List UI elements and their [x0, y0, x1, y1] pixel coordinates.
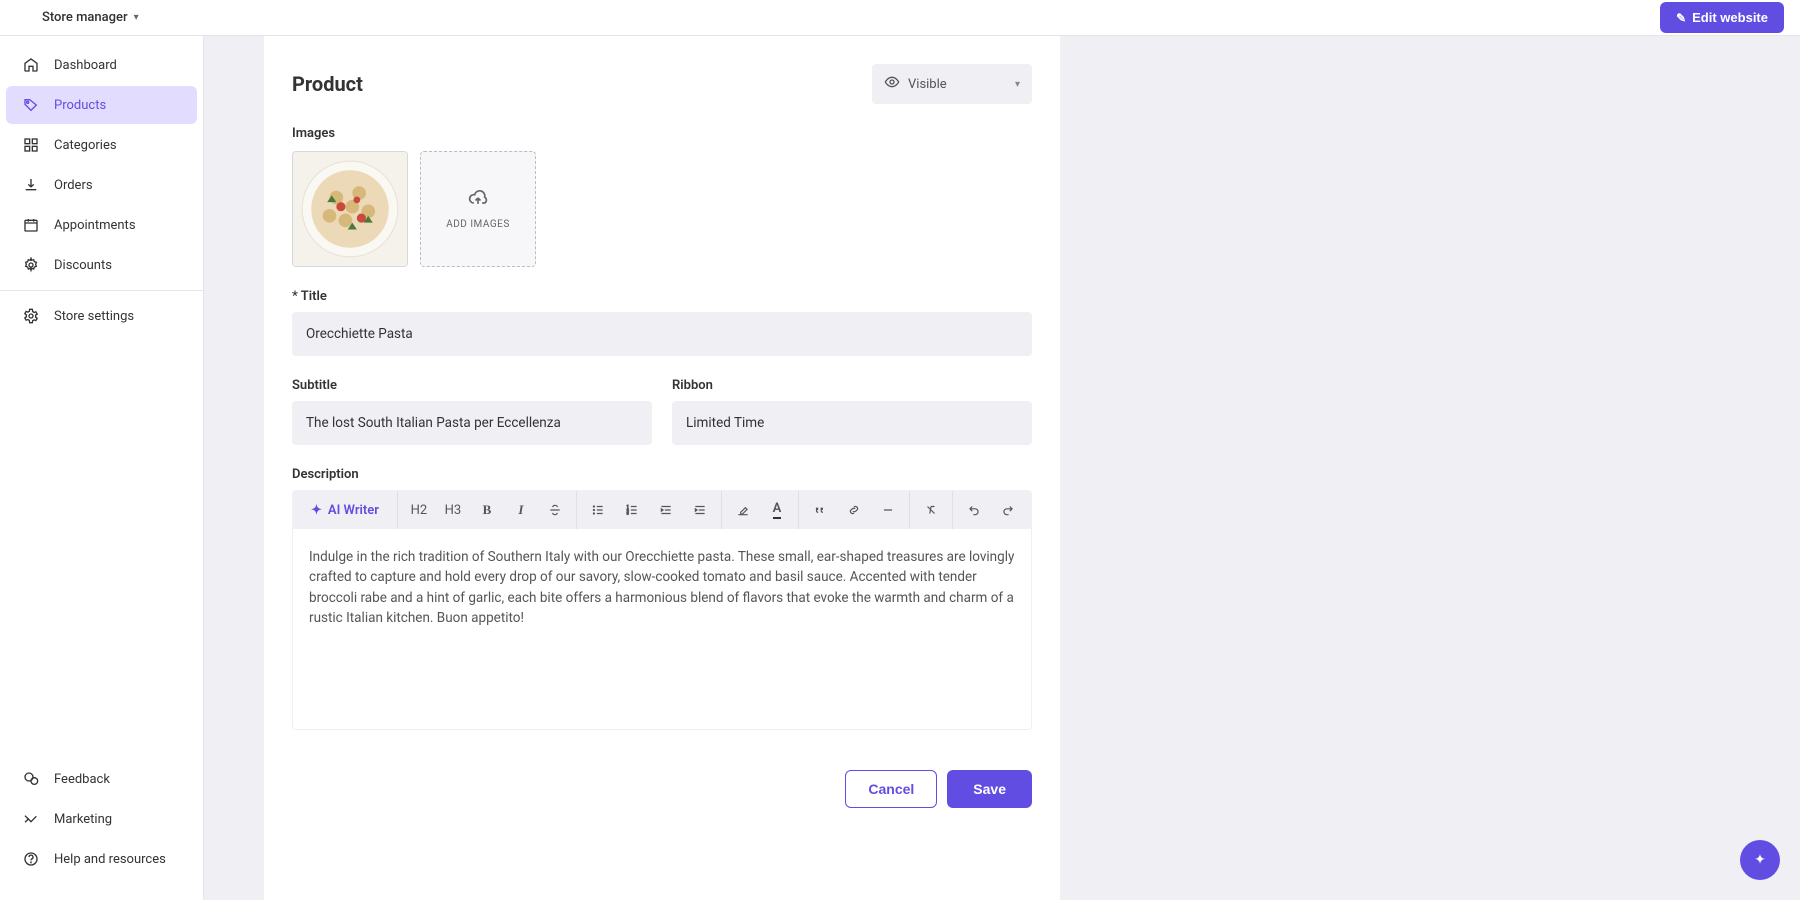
store-manager-dropdown[interactable]: Store manager ▾	[42, 10, 139, 25]
trend-icon	[22, 810, 40, 828]
visibility-select[interactable]: Visible ▾	[872, 64, 1032, 104]
cancel-button[interactable]: Cancel	[845, 770, 937, 808]
horizontal-rule-button[interactable]	[871, 493, 905, 527]
editor-toolbar: ✦ AI Writer H2 H3 B I	[293, 491, 1031, 529]
title-label: * Title	[292, 289, 1032, 304]
sidebar-item-marketing[interactable]: Marketing	[6, 800, 197, 838]
footer-actions: Cancel Save	[264, 756, 1060, 808]
highlight-button[interactable]	[726, 493, 760, 527]
edit-website-button[interactable]: ✎ Edit website	[1660, 2, 1784, 33]
sidebar-item-label: Appointments	[54, 218, 136, 233]
calendar-icon	[22, 216, 40, 234]
ai-writer-button[interactable]: ✦ AI Writer	[297, 503, 393, 518]
chevron-down-icon: ▾	[1015, 79, 1020, 90]
redo-button[interactable]	[991, 493, 1025, 527]
clear-format-button[interactable]	[914, 493, 948, 527]
grid-icon	[22, 136, 40, 154]
title-input[interactable]	[292, 312, 1032, 356]
sparkle-icon: ✦	[1754, 852, 1766, 868]
assistant-fab[interactable]: ✦	[1740, 840, 1780, 880]
bullet-list-button[interactable]	[581, 493, 615, 527]
ai-writer-label: AI Writer	[328, 503, 379, 518]
sparkle-icon: ✦	[311, 503, 322, 518]
indent-button[interactable]	[683, 493, 717, 527]
edit-website-label: Edit website	[1692, 10, 1768, 25]
sidebar-item-label: Marketing	[54, 812, 112, 827]
sidebar-item-categories[interactable]: Categories	[6, 126, 197, 164]
h2-button[interactable]: H2	[402, 493, 436, 527]
h3-button[interactable]: H3	[436, 493, 470, 527]
pencil-icon: ✎	[1676, 11, 1686, 25]
sidebar-item-orders[interactable]: Orders	[6, 166, 197, 204]
bold-button[interactable]: B	[470, 493, 504, 527]
add-images-button[interactable]: ADD IMAGES	[420, 151, 536, 267]
topbar-title: Store manager	[42, 10, 128, 25]
tag-icon	[22, 96, 40, 114]
sidebar-item-label: Help and resources	[54, 852, 166, 867]
page-title: Product	[292, 72, 363, 96]
help-icon	[22, 850, 40, 868]
text-color-button[interactable]: A	[760, 493, 794, 527]
content-area: Product Visible ▾ Images	[204, 36, 1800, 900]
sidebar-item-products[interactable]: Products	[6, 86, 197, 124]
undo-button[interactable]	[957, 493, 991, 527]
numbered-list-button[interactable]: 123	[615, 493, 649, 527]
description-label: Description	[292, 467, 1032, 482]
sidebar-item-help[interactable]: Help and resources	[6, 840, 197, 878]
chat-icon	[22, 770, 40, 788]
sidebar-divider	[0, 290, 203, 291]
outdent-button[interactable]	[649, 493, 683, 527]
sidebar-item-label: Orders	[54, 178, 93, 193]
chevron-down-icon: ▾	[134, 12, 139, 23]
visibility-label: Visible	[908, 77, 947, 92]
eye-icon	[884, 74, 900, 94]
download-icon	[22, 176, 40, 194]
sidebar-item-store-settings[interactable]: Store settings	[6, 297, 197, 335]
sidebar-item-label: Store settings	[54, 309, 134, 324]
home-icon	[22, 56, 40, 74]
gear-icon	[22, 307, 40, 325]
quote-button[interactable]	[803, 493, 837, 527]
images-label: Images	[292, 126, 1032, 141]
italic-button[interactable]: I	[504, 493, 538, 527]
sidebar-item-label: Categories	[54, 138, 117, 153]
sidebar-item-discounts[interactable]: Discounts	[6, 246, 197, 284]
cloud-upload-icon	[468, 188, 488, 213]
add-images-label: ADD IMAGES	[446, 219, 510, 230]
gear-icon	[22, 256, 40, 274]
strikethrough-button[interactable]	[538, 493, 572, 527]
sidebar-item-dashboard[interactable]: Dashboard	[6, 46, 197, 84]
description-textarea[interactable]: Indulge in the rich tradition of Souther…	[293, 529, 1031, 729]
sidebar-item-appointments[interactable]: Appointments	[6, 206, 197, 244]
subtitle-label: Subtitle	[292, 378, 652, 393]
save-button[interactable]: Save	[947, 770, 1032, 808]
sidebar-item-label: Discounts	[54, 258, 112, 273]
sidebar-item-label: Dashboard	[54, 58, 117, 73]
sidebar-item-feedback[interactable]: Feedback	[6, 760, 197, 798]
sidebar: Dashboard Products Categories Orders	[0, 36, 204, 900]
subtitle-input[interactable]	[292, 401, 652, 445]
description-editor: ✦ AI Writer H2 H3 B I	[292, 490, 1032, 730]
link-button[interactable]	[837, 493, 871, 527]
sidebar-item-label: Products	[54, 98, 106, 113]
ribbon-label: Ribbon	[672, 378, 1032, 393]
sidebar-item-label: Feedback	[54, 772, 110, 787]
svg-text:3: 3	[627, 512, 629, 516]
ribbon-input[interactable]	[672, 401, 1032, 445]
product-image-thumb[interactable]	[292, 151, 408, 267]
topbar: Store manager ▾ ✎ Edit website	[0, 0, 1800, 36]
